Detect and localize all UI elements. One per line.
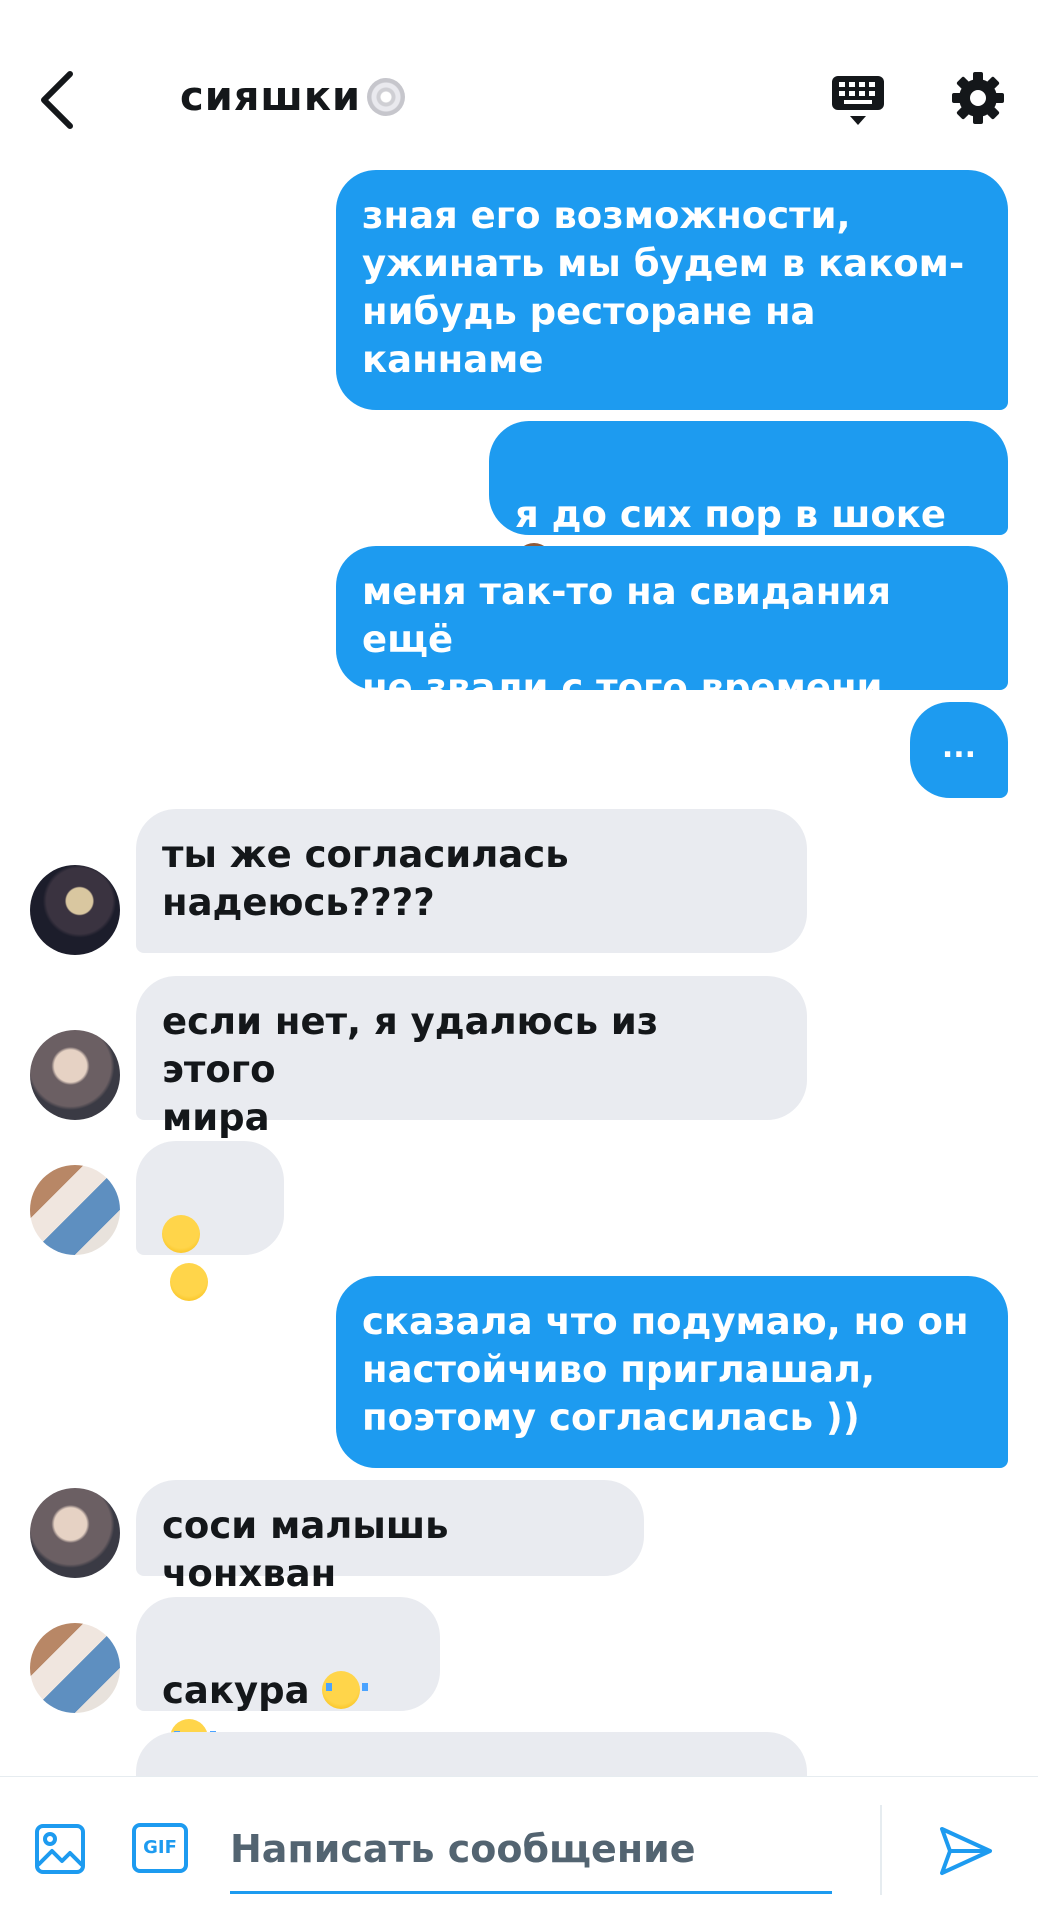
message-composer: GIF (0, 1776, 1038, 1921)
avatar[interactable] (30, 865, 120, 955)
keyboard-icon[interactable] (830, 72, 886, 130)
smirking-face-icon (162, 1215, 200, 1253)
chat-title[interactable]: сияшки (180, 74, 406, 120)
message-bubble-incoming-partial[interactable] (136, 1732, 807, 1776)
loudly-crying-face-icon (322, 1671, 369, 1709)
avatar[interactable] (30, 1030, 120, 1120)
back-arrow-icon[interactable] (30, 68, 90, 132)
message-bubble-outgoing[interactable]: меня так-то на свидания ещё не звали с т… (336, 546, 1008, 709)
divider (880, 1805, 882, 1895)
message-input[interactable] (230, 1807, 832, 1894)
message-bubble-outgoing[interactable]: ... (910, 702, 1008, 798)
smirking-face-icon (170, 1263, 208, 1301)
message-text: я до сих пор в шоке (515, 493, 946, 536)
chat-title-text: сияшки (180, 74, 362, 120)
avatar[interactable] (30, 1488, 120, 1578)
chat-header: сияшки (0, 0, 1038, 170)
send-icon[interactable] (938, 1823, 994, 1879)
message-bubble-incoming[interactable]: соси малышь чонхван (136, 1480, 644, 1595)
message-text: сакура (162, 1669, 323, 1712)
message-bubble-outgoing[interactable]: зная его возможности, ужинать мы будем в… (336, 170, 1008, 410)
message-bubble-incoming[interactable]: ты же согласилась надеюсь???? (136, 809, 807, 953)
cd-icon (367, 78, 406, 116)
image-icon[interactable] (34, 1823, 86, 1875)
message-bubble-incoming[interactable]: если нет, я удалюсь из этого мира (136, 976, 807, 1139)
message-bubble-incoming[interactable] (136, 1141, 284, 1301)
settings-gear-icon[interactable] (950, 70, 1006, 126)
avatar[interactable] (30, 1165, 120, 1255)
gif-button[interactable]: GIF (132, 1823, 188, 1873)
message-bubble-outgoing[interactable]: сказала что подумаю, но он настойчиво пр… (336, 1276, 1008, 1468)
message-bubble-outgoing[interactable]: я до сих пор в шоке (489, 421, 1008, 581)
message-bubble-incoming[interactable]: сакура (136, 1597, 440, 1757)
avatar[interactable] (30, 1623, 120, 1713)
